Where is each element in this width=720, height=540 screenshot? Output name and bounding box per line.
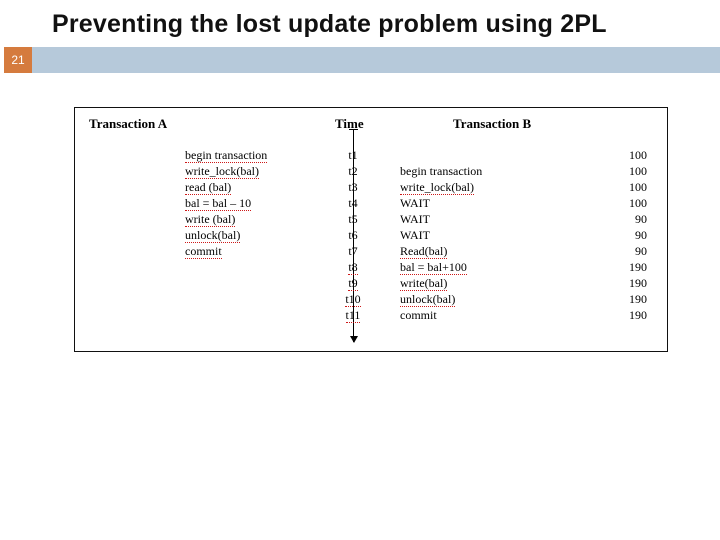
cell-time: t10 xyxy=(335,292,371,307)
cell-trans-b: begin transaction xyxy=(400,164,610,179)
table-row: write (bal)t5 WAIT90 xyxy=(75,212,667,228)
cell-balance: 190 xyxy=(601,292,647,307)
table-row: write_lock(bal)t2 begin transaction100 xyxy=(75,164,667,180)
cell-trans-b: WAIT xyxy=(400,228,610,243)
cell-time: t6 xyxy=(335,228,371,243)
figure-frame: Transaction A Time Transaction B begin t… xyxy=(74,107,668,352)
cell-balance: 190 xyxy=(601,276,647,291)
cell-balance: 100 xyxy=(601,180,647,195)
transaction-rows: begin transactiont1100write_lock(bal)t2b… xyxy=(75,148,667,324)
cell-balance: 90 xyxy=(601,244,647,259)
cell-trans-a: bal = bal – 10 xyxy=(185,196,335,211)
cell-trans-a: begin transaction xyxy=(185,148,335,163)
col-header-transaction-a: Transaction A xyxy=(89,116,167,132)
cell-trans-a: commit xyxy=(185,244,335,259)
cell-time: t8 xyxy=(335,260,371,275)
table-row: t9 write(bal)190 xyxy=(75,276,667,292)
cell-time: t9 xyxy=(335,276,371,291)
cell-balance: 100 xyxy=(601,196,647,211)
cell-balance: 100 xyxy=(601,148,647,163)
cell-trans-b: Read(bal) xyxy=(400,244,610,259)
cell-time: t2 xyxy=(335,164,371,179)
page-number: 21 xyxy=(4,47,32,73)
table-row: unlock(bal)t6 WAIT90 xyxy=(75,228,667,244)
cell-trans-b: write(bal) xyxy=(400,276,610,291)
cell-trans-a: read (bal) xyxy=(185,180,335,195)
cell-time: t1 xyxy=(335,148,371,163)
cell-trans-b: WAIT xyxy=(400,212,610,227)
header-band: 21 xyxy=(32,47,720,73)
slide-title: Preventing the lost update problem using… xyxy=(0,0,720,47)
cell-trans-b: commit xyxy=(400,308,610,323)
cell-trans-b: write_lock(bal) xyxy=(400,180,610,195)
cell-time: t4 xyxy=(335,196,371,211)
cell-balance: 190 xyxy=(601,308,647,323)
cell-trans-a: unlock(bal) xyxy=(185,228,335,243)
table-row: t11 commit190 xyxy=(75,308,667,324)
cell-time: t5 xyxy=(335,212,371,227)
cell-time: t11 xyxy=(335,308,371,323)
cell-trans-b: WAIT xyxy=(400,196,610,211)
cell-time: t3 xyxy=(335,180,371,195)
table-row: begin transactiont1 100 xyxy=(75,148,667,164)
cell-trans-a: write_lock(bal) xyxy=(185,164,335,179)
col-header-transaction-b: Transaction B xyxy=(453,116,531,132)
cell-balance: 90 xyxy=(601,212,647,227)
table-row: committ7 Read(bal)90 xyxy=(75,244,667,260)
table-row: t8 bal = bal+100190 xyxy=(75,260,667,276)
cell-balance: 90 xyxy=(601,228,647,243)
cell-trans-a: write (bal) xyxy=(185,212,335,227)
cell-balance: 190 xyxy=(601,260,647,275)
table-row: read (bal)t3 write_lock(bal)100 xyxy=(75,180,667,196)
table-row: bal = bal – 10t4 WAIT100 xyxy=(75,196,667,212)
table-row: t10 unlock(bal)190 xyxy=(75,292,667,308)
cell-trans-b: bal = bal+100 xyxy=(400,260,610,275)
cell-time: t7 xyxy=(335,244,371,259)
cell-trans-b: unlock(bal) xyxy=(400,292,610,307)
cell-balance: 100 xyxy=(601,164,647,179)
